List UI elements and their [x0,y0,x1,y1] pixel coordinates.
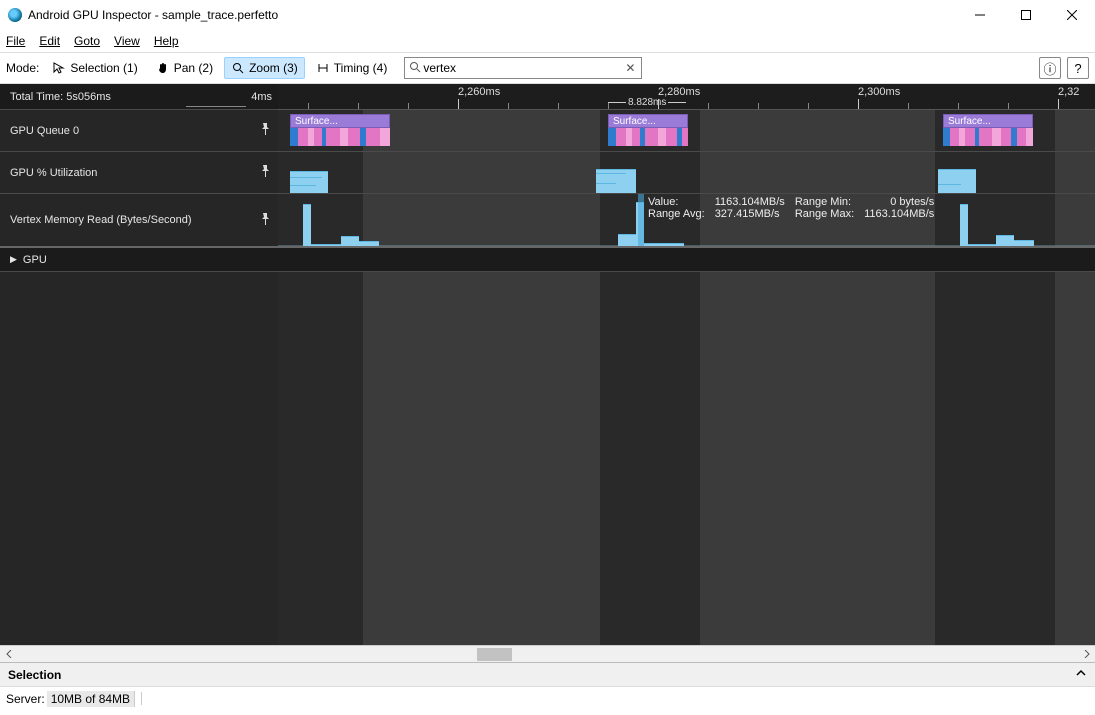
range-marker: 8.828ms [608,97,686,108]
gpu-queue-event[interactable]: Surface... [290,114,390,146]
tracks-content[interactable]: 2,260ms 2,280ms 2,300ms 2,32 8.828ms Sur… [278,84,1095,645]
menu-view[interactable]: View [114,34,140,48]
minimize-button[interactable] [957,0,1003,30]
track-label-gpu-group[interactable]: ▶ GPU [0,248,278,272]
menu-file[interactable]: File [6,34,25,48]
search-box[interactable]: ✕ [404,57,642,79]
status-server-value: 10MB of 84MB [47,691,135,707]
gpu-queue-event[interactable]: Surface... [608,114,688,146]
pin-icon[interactable] [260,213,270,228]
track-vertex-mem[interactable]: Value:1163.104MB/sRange Min:0 bytes/s Ra… [278,194,1095,248]
search-input[interactable] [423,61,625,75]
clear-search-icon[interactable]: ✕ [625,61,637,75]
total-time-label: Total Time: 5s056ms [10,91,111,103]
info-icon: ⓘ [1043,59,1056,78]
mode-pan-label: Pan (2) [174,61,213,75]
mode-selection-button[interactable]: Selection (1) [45,57,144,79]
selection-panel-title: Selection [8,668,61,682]
menubar: File Edit Goto View Help [0,30,1095,52]
mode-timing-button[interactable]: Timing (4) [309,57,395,79]
search-icon [409,61,421,76]
window-controls [957,0,1095,30]
mode-pan-button[interactable]: Pan (2) [149,57,220,79]
info-button[interactable]: ⓘ [1039,57,1061,79]
track-label-gpu-queue[interactable]: GPU Queue 0 [0,110,278,152]
cursor-icon [52,61,66,75]
status-server-label: Server: [6,692,45,706]
window-title: Android GPU Inspector - sample_trace.per… [28,8,278,22]
tick-label: 2,300ms [858,86,900,98]
track-label-vertex-mem[interactable]: Vertex Memory Read (Bytes/Second) [0,194,278,248]
caret-right-icon: ▶ [10,254,17,265]
trace-area[interactable]: Total Time: 5s056ms 4ms GPU Queue 0 GPU … [0,84,1095,645]
scroll-left-icon[interactable] [0,646,17,663]
value-tooltip: Value:1163.104MB/sRange Min:0 bytes/s Ra… [648,196,934,220]
mode-selection-label: Selection (1) [70,61,137,75]
scroll-thumb[interactable] [477,648,512,661]
gpu-queue-event[interactable]: Surface... [943,114,1033,146]
app-icon [8,8,22,22]
selection-panel-header[interactable]: Selection [0,662,1095,686]
pin-icon[interactable] [260,123,270,138]
horizontal-scrollbar[interactable] [0,645,1095,662]
divider [141,692,142,706]
mode-zoom-button[interactable]: Zoom (3) [224,57,305,79]
menu-goto[interactable]: Goto [74,34,100,48]
total-time-row: Total Time: 5s056ms 4ms [0,84,278,110]
time-ruler[interactable]: 2,260ms 2,280ms 2,300ms 2,32 8.828ms [278,84,1095,110]
timing-icon [316,61,330,75]
hand-icon [156,61,170,75]
mode-timing-label: Timing (4) [334,61,388,75]
scroll-track[interactable] [17,646,1078,663]
track-gpu-util[interactable] [278,152,1095,194]
titlebar: Android GPU Inspector - sample_trace.per… [0,0,1095,30]
help-icon: ? [1074,61,1081,76]
timeline-endcap: 4ms [251,91,272,103]
menu-edit[interactable]: Edit [39,34,60,48]
track-label-gpu-util[interactable]: GPU % Utilization [0,152,278,194]
track-gpu-queue[interactable]: Surface... Surface... Surface... [278,110,1095,152]
zoom-icon [231,61,245,75]
cursor-highlight [638,194,644,246]
track-labels-column: Total Time: 5s056ms 4ms GPU Queue 0 GPU … [0,84,278,645]
mode-label: Mode: [6,61,39,75]
tick-label: 2,260ms [458,86,500,98]
tick-label: 2,32 [1058,86,1079,98]
close-button[interactable] [1049,0,1095,30]
status-bar: Server: 10MB of 84MB [0,686,1095,710]
toolbar: Mode: Selection (1) Pan (2) Zoom (3) Tim… [0,52,1095,84]
pin-icon[interactable] [260,165,270,180]
chevron-up-icon[interactable] [1075,667,1087,682]
maximize-button[interactable] [1003,0,1049,30]
track-gpu-group[interactable] [278,248,1095,272]
menu-help[interactable]: Help [154,34,179,48]
help-button[interactable]: ? [1067,57,1089,79]
scroll-right-icon[interactable] [1078,646,1095,663]
mode-zoom-label: Zoom (3) [249,61,298,75]
